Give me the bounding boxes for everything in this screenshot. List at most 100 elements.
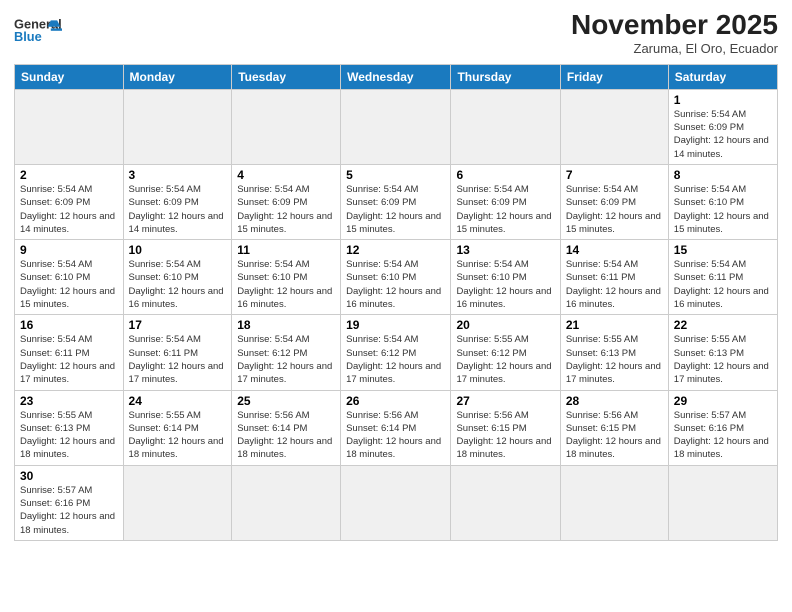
day-number: 28 bbox=[566, 394, 663, 408]
svg-text:Blue: Blue bbox=[14, 29, 42, 44]
title-block: November 2025 Zaruma, El Oro, Ecuador bbox=[571, 10, 778, 56]
table-row: 6Sunrise: 5:54 AM Sunset: 6:09 PM Daylig… bbox=[451, 164, 560, 239]
day-number: 14 bbox=[566, 243, 663, 257]
day-number: 12 bbox=[346, 243, 445, 257]
col-tuesday: Tuesday bbox=[232, 64, 341, 89]
table-row: 2Sunrise: 5:54 AM Sunset: 6:09 PM Daylig… bbox=[15, 164, 124, 239]
day-number: 1 bbox=[674, 93, 772, 107]
table-row: 20Sunrise: 5:55 AM Sunset: 6:12 PM Dayli… bbox=[451, 315, 560, 390]
day-info: Sunrise: 5:54 AM Sunset: 6:09 PM Dayligh… bbox=[456, 183, 554, 236]
table-row: 15Sunrise: 5:54 AM Sunset: 6:11 PM Dayli… bbox=[668, 240, 777, 315]
table-row: 7Sunrise: 5:54 AM Sunset: 6:09 PM Daylig… bbox=[560, 164, 668, 239]
table-row bbox=[123, 89, 232, 164]
day-info: Sunrise: 5:54 AM Sunset: 6:09 PM Dayligh… bbox=[20, 183, 118, 236]
day-info: Sunrise: 5:57 AM Sunset: 6:16 PM Dayligh… bbox=[674, 409, 772, 462]
logo-icon: General Blue bbox=[14, 10, 62, 50]
day-info: Sunrise: 5:54 AM Sunset: 6:12 PM Dayligh… bbox=[237, 333, 335, 386]
day-number: 29 bbox=[674, 394, 772, 408]
day-number: 11 bbox=[237, 243, 335, 257]
day-info: Sunrise: 5:55 AM Sunset: 6:12 PM Dayligh… bbox=[456, 333, 554, 386]
day-number: 10 bbox=[129, 243, 227, 257]
day-number: 26 bbox=[346, 394, 445, 408]
col-wednesday: Wednesday bbox=[341, 64, 451, 89]
day-number: 21 bbox=[566, 318, 663, 332]
day-number: 5 bbox=[346, 168, 445, 182]
day-info: Sunrise: 5:56 AM Sunset: 6:14 PM Dayligh… bbox=[237, 409, 335, 462]
day-info: Sunrise: 5:54 AM Sunset: 6:10 PM Dayligh… bbox=[20, 258, 118, 311]
day-info: Sunrise: 5:55 AM Sunset: 6:14 PM Dayligh… bbox=[129, 409, 227, 462]
day-number: 9 bbox=[20, 243, 118, 257]
day-number: 27 bbox=[456, 394, 554, 408]
table-row: 28Sunrise: 5:56 AM Sunset: 6:15 PM Dayli… bbox=[560, 390, 668, 465]
day-number: 30 bbox=[20, 469, 118, 483]
table-row: 5Sunrise: 5:54 AM Sunset: 6:09 PM Daylig… bbox=[341, 164, 451, 239]
day-info: Sunrise: 5:56 AM Sunset: 6:15 PM Dayligh… bbox=[456, 409, 554, 462]
day-number: 4 bbox=[237, 168, 335, 182]
table-row bbox=[232, 465, 341, 540]
day-info: Sunrise: 5:54 AM Sunset: 6:11 PM Dayligh… bbox=[20, 333, 118, 386]
day-number: 20 bbox=[456, 318, 554, 332]
day-info: Sunrise: 5:54 AM Sunset: 6:11 PM Dayligh… bbox=[674, 258, 772, 311]
table-row: 16Sunrise: 5:54 AM Sunset: 6:11 PM Dayli… bbox=[15, 315, 124, 390]
logo: General Blue bbox=[14, 10, 62, 50]
table-row: 4Sunrise: 5:54 AM Sunset: 6:09 PM Daylig… bbox=[232, 164, 341, 239]
day-info: Sunrise: 5:55 AM Sunset: 6:13 PM Dayligh… bbox=[674, 333, 772, 386]
table-row bbox=[123, 465, 232, 540]
table-row: 17Sunrise: 5:54 AM Sunset: 6:11 PM Dayli… bbox=[123, 315, 232, 390]
day-number: 2 bbox=[20, 168, 118, 182]
header: General Blue November 2025 Zaruma, El Or… bbox=[14, 10, 778, 56]
day-info: Sunrise: 5:57 AM Sunset: 6:16 PM Dayligh… bbox=[20, 484, 118, 537]
day-info: Sunrise: 5:54 AM Sunset: 6:09 PM Dayligh… bbox=[129, 183, 227, 236]
day-info: Sunrise: 5:55 AM Sunset: 6:13 PM Dayligh… bbox=[20, 409, 118, 462]
table-row: 8Sunrise: 5:54 AM Sunset: 6:10 PM Daylig… bbox=[668, 164, 777, 239]
col-saturday: Saturday bbox=[668, 64, 777, 89]
table-row: 23Sunrise: 5:55 AM Sunset: 6:13 PM Dayli… bbox=[15, 390, 124, 465]
calendar-header-row: Sunday Monday Tuesday Wednesday Thursday… bbox=[15, 64, 778, 89]
day-number: 6 bbox=[456, 168, 554, 182]
table-row bbox=[560, 465, 668, 540]
table-row: 18Sunrise: 5:54 AM Sunset: 6:12 PM Dayli… bbox=[232, 315, 341, 390]
day-info: Sunrise: 5:56 AM Sunset: 6:15 PM Dayligh… bbox=[566, 409, 663, 462]
table-row bbox=[15, 89, 124, 164]
subtitle: Zaruma, El Oro, Ecuador bbox=[571, 41, 778, 56]
day-number: 18 bbox=[237, 318, 335, 332]
table-row bbox=[341, 89, 451, 164]
table-row bbox=[451, 89, 560, 164]
table-row bbox=[232, 89, 341, 164]
table-row: 27Sunrise: 5:56 AM Sunset: 6:15 PM Dayli… bbox=[451, 390, 560, 465]
day-info: Sunrise: 5:54 AM Sunset: 6:10 PM Dayligh… bbox=[674, 183, 772, 236]
table-row: 25Sunrise: 5:56 AM Sunset: 6:14 PM Dayli… bbox=[232, 390, 341, 465]
day-number: 25 bbox=[237, 394, 335, 408]
table-row: 30Sunrise: 5:57 AM Sunset: 6:16 PM Dayli… bbox=[15, 465, 124, 540]
day-number: 23 bbox=[20, 394, 118, 408]
table-row: 11Sunrise: 5:54 AM Sunset: 6:10 PM Dayli… bbox=[232, 240, 341, 315]
month-title: November 2025 bbox=[571, 10, 778, 41]
table-row: 10Sunrise: 5:54 AM Sunset: 6:10 PM Dayli… bbox=[123, 240, 232, 315]
table-row: 13Sunrise: 5:54 AM Sunset: 6:10 PM Dayli… bbox=[451, 240, 560, 315]
day-info: Sunrise: 5:54 AM Sunset: 6:09 PM Dayligh… bbox=[674, 108, 772, 161]
table-row: 24Sunrise: 5:55 AM Sunset: 6:14 PM Dayli… bbox=[123, 390, 232, 465]
day-number: 3 bbox=[129, 168, 227, 182]
table-row: 26Sunrise: 5:56 AM Sunset: 6:14 PM Dayli… bbox=[341, 390, 451, 465]
day-info: Sunrise: 5:54 AM Sunset: 6:12 PM Dayligh… bbox=[346, 333, 445, 386]
table-row: 3Sunrise: 5:54 AM Sunset: 6:09 PM Daylig… bbox=[123, 164, 232, 239]
day-info: Sunrise: 5:54 AM Sunset: 6:10 PM Dayligh… bbox=[456, 258, 554, 311]
day-info: Sunrise: 5:56 AM Sunset: 6:14 PM Dayligh… bbox=[346, 409, 445, 462]
col-thursday: Thursday bbox=[451, 64, 560, 89]
table-row: 12Sunrise: 5:54 AM Sunset: 6:10 PM Dayli… bbox=[341, 240, 451, 315]
day-number: 19 bbox=[346, 318, 445, 332]
table-row: 22Sunrise: 5:55 AM Sunset: 6:13 PM Dayli… bbox=[668, 315, 777, 390]
day-info: Sunrise: 5:54 AM Sunset: 6:09 PM Dayligh… bbox=[237, 183, 335, 236]
table-row: 29Sunrise: 5:57 AM Sunset: 6:16 PM Dayli… bbox=[668, 390, 777, 465]
table-row bbox=[668, 465, 777, 540]
day-info: Sunrise: 5:54 AM Sunset: 6:10 PM Dayligh… bbox=[346, 258, 445, 311]
day-info: Sunrise: 5:54 AM Sunset: 6:10 PM Dayligh… bbox=[237, 258, 335, 311]
day-info: Sunrise: 5:54 AM Sunset: 6:09 PM Dayligh… bbox=[566, 183, 663, 236]
calendar-table: Sunday Monday Tuesday Wednesday Thursday… bbox=[14, 64, 778, 541]
table-row: 19Sunrise: 5:54 AM Sunset: 6:12 PM Dayli… bbox=[341, 315, 451, 390]
table-row: 14Sunrise: 5:54 AM Sunset: 6:11 PM Dayli… bbox=[560, 240, 668, 315]
col-friday: Friday bbox=[560, 64, 668, 89]
table-row: 21Sunrise: 5:55 AM Sunset: 6:13 PM Dayli… bbox=[560, 315, 668, 390]
page: General Blue November 2025 Zaruma, El Or… bbox=[0, 0, 792, 612]
day-number: 7 bbox=[566, 168, 663, 182]
